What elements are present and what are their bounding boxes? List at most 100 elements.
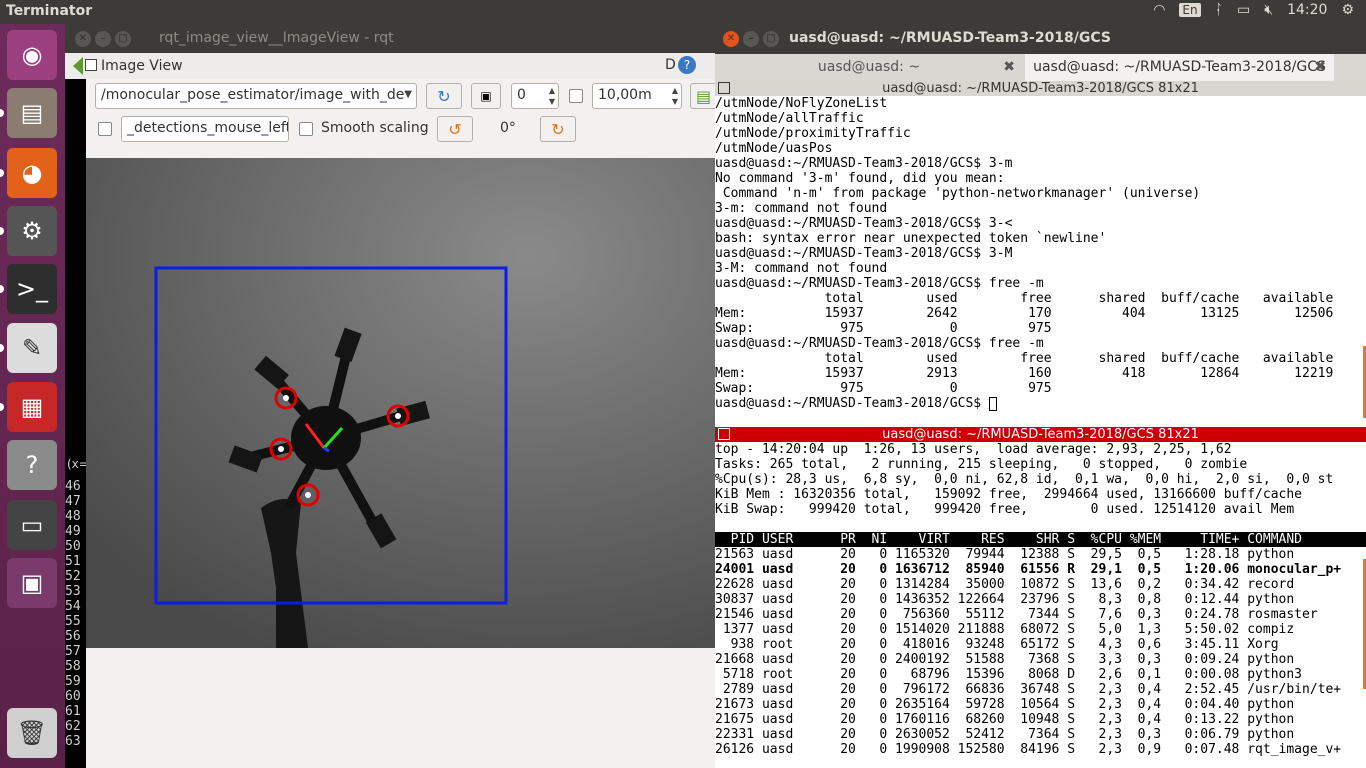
rotate-right-button[interactable]: ↻ — [540, 116, 576, 142]
terminator-window: ✕ – □ uasd@uasd: ~/RMUASD-Team3-2018/GCS… — [715, 24, 1366, 768]
process-row: 30837 uasd 20 0 1436352 122664 23796 S 8… — [715, 592, 1295, 607]
tab-home[interactable]: uasd@uasd: ~ ✖ — [715, 54, 1023, 82]
terminator-titlebar[interactable]: ✕ – □ uasd@uasd: ~/RMUASD-Team3-2018/GCS — [715, 24, 1366, 54]
top-summary-line: KiB Mem : 16320356 total, 159092 free, 2… — [715, 487, 1302, 502]
toolbar-row-2: _detections_mouse_left Smooth scaling ↺ … — [85, 114, 717, 144]
refresh-button[interactable]: ↻ — [426, 83, 462, 109]
text-editor-icon[interactable]: ✎ — [7, 323, 57, 373]
close-button[interactable]: ✕ — [75, 31, 91, 47]
help-icon[interactable]: ? — [678, 56, 696, 74]
maximize-button[interactable]: □ — [115, 31, 131, 47]
line-number: 60 — [65, 689, 81, 704]
system-tray: ◠ En ᛛ ▭ 🔇︎ 14:20 ⚙ — [1153, 2, 1354, 18]
zoom-button[interactable]: ▣ — [471, 83, 501, 109]
terminal-line: total used free shared buff/cache availa… — [715, 291, 1334, 306]
scale-arrows-icon[interactable]: ▲ ▼ — [672, 85, 678, 107]
line-number: 46 — [65, 479, 81, 494]
smooth-scaling-checkbox[interactable] — [299, 122, 313, 136]
top-summary-line: Tasks: 265 total, 2 running, 215 sleepin… — [715, 457, 1248, 472]
image-viewer[interactable] — [86, 158, 717, 648]
rqt-titlebar[interactable]: ✕ – □ rqt_image_view__ImageView - rqt — [65, 24, 717, 53]
tab-close-icon[interactable]: ✖ — [1003, 59, 1015, 75]
pane1-titlebar[interactable]: uasd@uasd: ~/RMUASD-Team3-2018/GCS 81x21 — [715, 81, 1366, 96]
dock-arrow-icon[interactable] — [73, 57, 83, 75]
topic-value: /monocular_pose_estimator/image_with_de — [101, 87, 405, 103]
keyboard-layout-indicator[interactable]: En — [1179, 3, 1201, 17]
line-number: 48 — [65, 509, 81, 524]
files-icon[interactable]: ▤ — [7, 88, 57, 138]
mouse-topic-value: _detections_mouse_left — [127, 120, 289, 136]
top-summary-line — [715, 517, 1366, 532]
settings-icon[interactable]: ⚙ — [7, 206, 57, 256]
top-summary-line: KiB Swap: 999420 total, 999420 free, 0 u… — [715, 502, 1295, 517]
trash-icon[interactable]: 🗑︎ — [7, 708, 57, 758]
wifi-icon[interactable]: ◠ — [1153, 2, 1165, 18]
terminal-cursor — [988, 396, 997, 411]
terminal-pane-2[interactable]: top - 14:20:04 up 1:26, 13 users, load a… — [715, 442, 1366, 768]
line-number: 61 — [65, 704, 81, 719]
line-numbers: 46 47 48 49 50 51 52 53 54 55 56 57 58 59 60 61 62 63 — [65, 479, 86, 749]
process-row: 26126 uasd 20 0 1990908 152580 84196 S 2… — [715, 742, 1342, 757]
rqt-window: ✕ – □ rqt_image_view__ImageView - rqt Im… — [65, 24, 717, 768]
dock-float-icon[interactable] — [85, 59, 97, 71]
clock[interactable]: 14:20 — [1287, 2, 1327, 18]
line-number: 62 — [65, 719, 81, 734]
pane2-title: uasd@uasd: ~/RMUASD-Team3-2018/GCS 81x21 — [882, 427, 1199, 442]
active-app-title: Terminator — [6, 3, 93, 19]
rotation-label: 0° — [500, 120, 516, 136]
number-spinbox[interactable]: 0 ▲ ▼ — [511, 83, 559, 109]
save-image-button[interactable]: ▤ — [690, 83, 717, 109]
help-icon[interactable]: ? — [7, 440, 57, 490]
terminator-icon[interactable]: ▦ — [7, 382, 57, 432]
process-row: 5718 root 20 0 68796 15396 8068 D 2,6 0,… — [715, 667, 1302, 682]
top-summary-line: top - 14:20:04 up 1:26, 13 users, load a… — [715, 442, 1232, 457]
scale-spinbox[interactable]: 10,00m ▲ ▼ — [592, 83, 682, 109]
workspaces-icon[interactable]: ▣ — [7, 558, 57, 608]
screen-icon[interactable]: ▭ — [7, 500, 57, 550]
dock-d-button[interactable]: D — [665, 57, 676, 73]
terminal-pane-1[interactable]: /utmNode/NoFlyZoneList/utmNode/allTraffi… — [715, 96, 1366, 427]
terminal-close-button[interactable]: ✕ — [723, 31, 739, 47]
terminal-maximize-button[interactable]: □ — [763, 31, 779, 47]
terminal-line: uasd@uasd:~/RMUASD-Team3-2018/GCS$ free … — [715, 336, 1044, 351]
grid-icon[interactable] — [718, 428, 730, 440]
sky-background — [86, 158, 717, 648]
background-terminal-strip: (x= 46 47 48 49 50 51 52 53 54 55 56 57 58 59 60 61 62 63 — [65, 79, 89, 768]
minimize-button[interactable]: – — [95, 31, 111, 47]
process-row: 21563 uasd 20 0 1165320 79944 12388 S 29… — [715, 547, 1295, 562]
terminal-minimize-button[interactable]: – — [743, 31, 759, 47]
running-indicator — [0, 227, 4, 235]
terminal-icon[interactable]: >_ — [7, 264, 57, 314]
battery-icon[interactable]: ▭ — [1237, 2, 1250, 18]
refresh-icon: ↻ — [437, 86, 451, 106]
pane2-titlebar[interactable]: uasd@uasd: ~/RMUASD-Team3-2018/GCS 81x21 — [715, 427, 1366, 442]
bluetooth-icon[interactable]: ᛛ — [1215, 2, 1223, 18]
power-gear-icon[interactable]: ⚙ — [1341, 2, 1354, 18]
firefox-icon[interactable]: ◕ — [7, 148, 57, 198]
rqt-window-title: rqt_image_view__ImageView - rqt — [159, 30, 394, 46]
spin-arrows-icon[interactable]: ▲ ▼ — [549, 85, 555, 107]
rotate-left-button[interactable]: ↺ — [437, 116, 473, 142]
tab-close-icon[interactable]: ✖ — [1314, 59, 1326, 75]
terminal-tab-bar: uasd@uasd: ~ ✖ uasd@uasd: ~/RMUASD-Team3… — [715, 54, 1366, 82]
volume-muted-icon[interactable]: 🔇︎ — [1264, 2, 1273, 18]
process-row: 21668 uasd 20 0 2400192 51588 7368 S 3,3… — [715, 652, 1295, 667]
line-number: 52 — [65, 569, 81, 584]
terminal-window-title: uasd@uasd: ~/RMUASD-Team3-2018/GCS — [789, 30, 1112, 46]
grid-icon[interactable] — [718, 82, 730, 94]
mouse-topic-input[interactable]: _detections_mouse_left — [121, 116, 289, 142]
terminal-line: bash: syntax error near unexpected token… — [715, 231, 1107, 246]
viewer-empty-area — [86, 648, 717, 768]
line-number: 63 — [65, 734, 81, 749]
process-row: 22628 uasd 20 0 1314284 35000 10872 S 13… — [715, 577, 1295, 592]
checkbox-enable[interactable] — [569, 89, 583, 103]
ubuntu-logo-icon[interactable]: ◉ — [7, 30, 57, 80]
process-row: 2789 uasd 20 0 796172 66836 36748 S 2,3 … — [715, 682, 1342, 697]
mouse-publish-checkbox[interactable] — [98, 122, 112, 136]
terminal-line: No command '3-m' found, did you mean: — [715, 171, 1005, 186]
topic-combobox[interactable]: /monocular_pose_estimator/image_with_de … — [95, 83, 417, 109]
pane1-title: uasd@uasd: ~/RMUASD-Team3-2018/GCS 81x21 — [882, 81, 1199, 96]
scale-value: 10,00m — [598, 87, 652, 103]
line-number: 54 — [65, 599, 81, 614]
tab-gcs[interactable]: uasd@uasd: ~/RMUASD-Team3-2018/GCS ✖ — [1025, 54, 1334, 82]
